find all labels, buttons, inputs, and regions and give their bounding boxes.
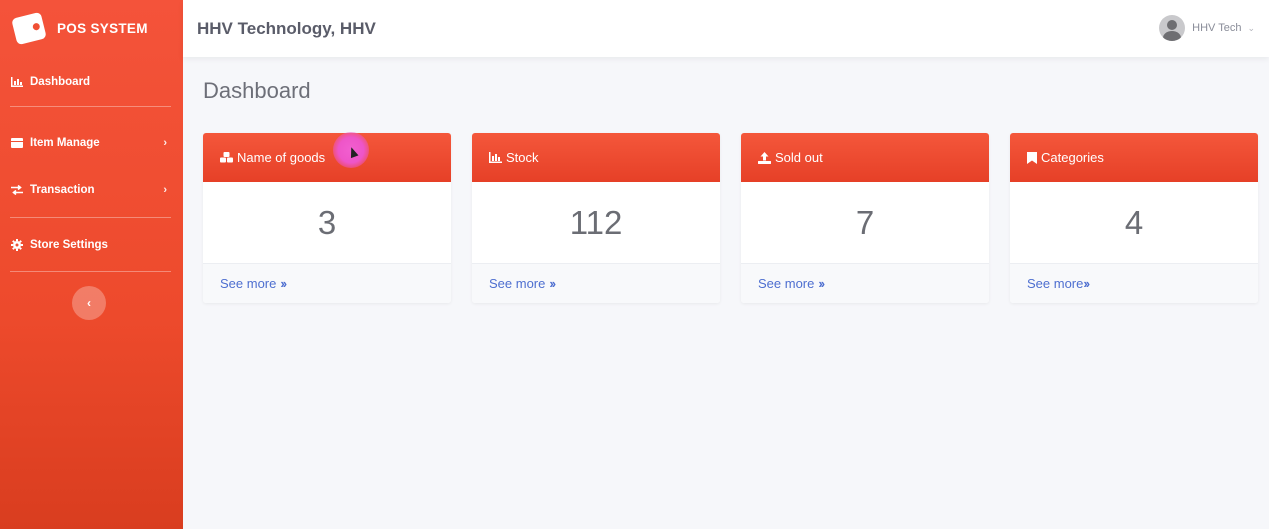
table-icon	[10, 138, 24, 148]
topbar: HHV Technology, HHV HHV Tech ⌄	[183, 0, 1269, 57]
sidebar-item-label: Item Manage	[30, 137, 100, 149]
see-more-label: See more	[489, 276, 546, 291]
sidebar-item-label: Store Settings	[30, 238, 108, 251]
see-more-label: See more	[1027, 276, 1084, 291]
double-chevron-right-icon: ››	[280, 276, 287, 291]
user-menu[interactable]: HHV Tech ⌄	[1159, 15, 1255, 41]
card-title: Name of goods	[237, 150, 326, 165]
chart-icon	[10, 76, 24, 87]
wallet-icon	[11, 11, 47, 46]
see-more-link[interactable]: See more ››	[203, 263, 451, 303]
card-header: Stock	[472, 133, 720, 182]
sidebar-item-transaction[interactable]: Transaction ›	[0, 179, 183, 201]
brand-title: POS SYSTEM	[57, 21, 148, 36]
upload-icon	[758, 151, 771, 164]
page-title: Dashboard	[203, 78, 311, 103]
bookmark-icon	[1027, 151, 1037, 164]
see-more-link[interactable]: See more ››	[741, 263, 989, 303]
sidebar-item-label: Transaction	[30, 184, 95, 196]
chevron-right-icon: ›	[163, 137, 167, 149]
divider	[10, 271, 171, 272]
double-chevron-right-icon: ››	[1083, 276, 1090, 291]
card-header: Sold out	[741, 133, 989, 182]
sidebar: POS SYSTEM Dashboard Item Manage › Trans…	[0, 0, 183, 529]
double-chevron-right-icon: ››	[549, 276, 556, 291]
chart-icon	[489, 152, 502, 163]
sidebar-item-item-manage[interactable]: Item Manage ›	[0, 107, 183, 179]
card-categories: Categories 4 See more ››	[1010, 133, 1258, 303]
card-header: Name of goods	[203, 133, 451, 182]
card-header: Categories	[1010, 133, 1258, 182]
sidebar-item-label: Dashboard	[30, 75, 91, 88]
avatar	[1159, 15, 1186, 41]
see-more-label: See more	[758, 276, 815, 291]
sidebar-collapse-button[interactable]: ‹	[72, 286, 106, 320]
chevron-down-icon: ⌄	[1247, 22, 1255, 33]
see-more-link[interactable]: See more ››	[1010, 263, 1258, 303]
card-stock: Stock 112 See more ››	[472, 133, 720, 303]
gear-icon	[10, 238, 24, 251]
card-title: Categories	[1041, 150, 1104, 165]
card-sold-out: Sold out 7 See more ››	[741, 133, 989, 303]
see-more-link[interactable]: See more ››	[472, 263, 720, 303]
card-value: 4	[1124, 203, 1144, 241]
company-name: HHV Technology, HHV	[197, 18, 376, 38]
sidebar-item-store-settings[interactable]: Store Settings	[0, 218, 183, 271]
user-name: HHV Tech	[1192, 22, 1242, 34]
chevron-left-icon: ‹	[87, 296, 91, 310]
exchange-icon	[10, 185, 24, 195]
chevron-right-icon: ›	[163, 184, 167, 196]
card-value: 7	[855, 203, 875, 241]
sidebar-item-dashboard[interactable]: Dashboard	[0, 57, 183, 106]
card-value: 3	[317, 203, 337, 241]
card-value: 112	[569, 203, 623, 241]
card-title: Stock	[506, 150, 539, 165]
brand[interactable]: POS SYSTEM	[0, 0, 183, 57]
see-more-label: See more	[220, 276, 277, 291]
card-title: Sold out	[775, 150, 823, 165]
cubes-icon	[220, 152, 233, 163]
card-name-of-goods: Name of goods 3 See more ››	[203, 133, 451, 303]
double-chevron-right-icon: ››	[818, 276, 825, 291]
